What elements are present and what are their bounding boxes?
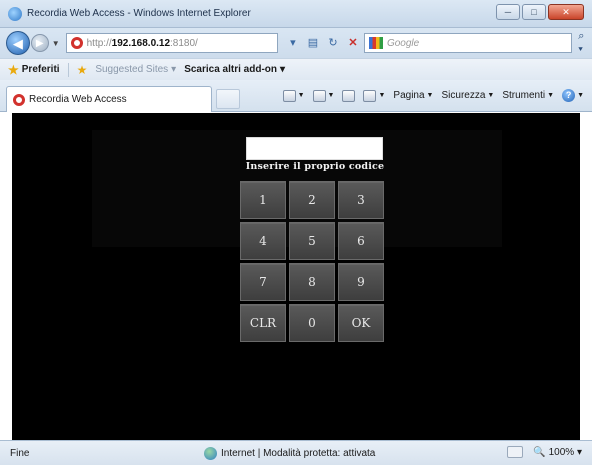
site-favicon-icon xyxy=(70,37,83,49)
mail-icon xyxy=(342,89,356,102)
addons-label: Scarica altri add-on xyxy=(184,64,277,75)
address-bar: ◀ ▶ ▼ http:// 192.168.0.12 :8180/ ▾ ▤ ↻ … xyxy=(0,28,592,58)
title-bar: Recordia Web Access - Windows Internet E… xyxy=(0,0,592,28)
favorites-star-icon: ★ xyxy=(8,62,19,77)
url-port: :8180/ xyxy=(170,37,198,49)
help-icon: ? xyxy=(562,89,576,102)
window-title: Recordia Web Access - Windows Internet E… xyxy=(27,8,251,19)
back-button[interactable]: ◀ xyxy=(6,31,30,55)
stop-icon[interactable]: ✕ xyxy=(346,36,360,50)
tab-label: Recordia Web Access xyxy=(29,94,127,105)
home-button[interactable]: ▼ xyxy=(282,89,305,102)
refresh-icon[interactable]: ↻ xyxy=(326,36,340,50)
key-7[interactable]: 7 xyxy=(240,263,286,301)
print-icon xyxy=(363,89,377,102)
mail-button[interactable] xyxy=(342,89,356,102)
key-2[interactable]: 2 xyxy=(289,181,335,219)
key-9[interactable]: 9 xyxy=(338,263,384,301)
key-8[interactable]: 8 xyxy=(289,263,335,301)
divider xyxy=(67,62,69,77)
zoom-control[interactable]: 🔍 100% ▾ xyxy=(533,447,582,458)
status-right: 🔍 100% ▾ xyxy=(507,446,582,458)
numeric-keypad: 1 2 3 4 5 6 7 8 9 CLR 0 OK xyxy=(240,181,384,342)
command-bar: ▼ ▼ ▼ Pagina ▼ Sicurezza ▼ Strumenti ▼ ? ▼ xyxy=(282,89,584,102)
security-menu-label: Sicurezza xyxy=(441,90,486,101)
tab-favicon-icon xyxy=(13,93,25,106)
search-icon[interactable]: ⌕ ▾ xyxy=(578,30,592,56)
key-4[interactable]: 4 xyxy=(240,222,286,260)
page-content: Inserire il proprio codice 1 2 3 4 5 6 7… xyxy=(12,113,580,440)
page-menu-label: Pagina xyxy=(393,90,425,101)
key-0[interactable]: 0 xyxy=(289,304,335,342)
maximize-button[interactable]: □ xyxy=(522,4,546,20)
compatibility-view-icon[interactable]: ▤ xyxy=(306,36,320,50)
security-menu[interactable]: Sicurezza ▼ xyxy=(441,90,494,101)
minimize-button[interactable]: ─ xyxy=(496,4,520,20)
add-favorite-icon[interactable]: ★ xyxy=(77,63,88,77)
favorites-label: Preferiti xyxy=(21,64,60,75)
security-zone-label: Internet | Modalità protetta: attivata xyxy=(221,447,376,459)
help-menu[interactable]: ? ▼ xyxy=(562,89,584,102)
code-display-field[interactable] xyxy=(246,137,383,160)
ok-button[interactable]: OK xyxy=(338,304,384,342)
search-input[interactable]: Google xyxy=(363,33,573,53)
url-host: 192.168.0.12 xyxy=(111,37,171,49)
favorites-bar: ★ Preferiti ★ Suggested Sites ▾ Scarica … xyxy=(0,58,592,80)
suggested-sites-link[interactable]: Suggested Sites ▾ xyxy=(95,64,176,75)
protected-mode-icon[interactable] xyxy=(507,446,524,458)
key-1[interactable]: 1 xyxy=(240,181,286,219)
feeds-button[interactable]: ▼ xyxy=(312,89,334,102)
url-dropdown-icon[interactable]: ▾ xyxy=(286,36,300,50)
tab-recordia[interactable]: Recordia Web Access xyxy=(6,86,212,112)
tab-bar: Recordia Web Access ▼ ▼ ▼ Pagina ▼ Sicure… xyxy=(0,80,592,112)
ie-logo-icon xyxy=(8,6,22,21)
addons-link[interactable]: Scarica altri add-on ▾ xyxy=(184,64,285,75)
status-text: Fine xyxy=(10,447,30,459)
tools-menu[interactable]: Strumenti ▼ xyxy=(502,90,554,101)
status-bar: Fine Internet | Modalità protetta: attiv… xyxy=(0,440,592,465)
internet-globe-icon xyxy=(204,446,217,460)
window-controls: ─ □ ✕ xyxy=(496,4,584,20)
search-placeholder: Google xyxy=(386,37,420,49)
favorites-button[interactable]: ★ Preferiti xyxy=(8,63,60,77)
url-tools: ▾ ▤ ↻ ✕ xyxy=(286,36,360,50)
forward-button[interactable]: ▶ xyxy=(30,34,49,52)
close-button[interactable]: ✕ xyxy=(548,4,584,20)
code-prompt: Inserire il proprio codice xyxy=(245,161,385,172)
suggested-sites-label: Suggested Sites xyxy=(95,64,169,75)
zoom-level: 100% xyxy=(548,446,575,458)
feeds-icon xyxy=(312,89,326,102)
new-tab-button[interactable] xyxy=(216,89,240,109)
home-icon xyxy=(282,89,296,102)
url-field[interactable]: http:// 192.168.0.12 :8180/ xyxy=(65,33,278,53)
security-zone[interactable]: Internet | Modalità protetta: attivata xyxy=(204,446,376,460)
clear-button[interactable]: CLR xyxy=(240,304,286,342)
recent-pages-dropdown-icon[interactable]: ▼ xyxy=(52,39,60,48)
google-search-icon xyxy=(368,37,383,49)
page-menu[interactable]: Pagina ▼ xyxy=(393,90,433,101)
tools-menu-label: Strumenti xyxy=(502,90,546,101)
key-3[interactable]: 3 xyxy=(338,181,384,219)
key-6[interactable]: 6 xyxy=(338,222,384,260)
key-5[interactable]: 5 xyxy=(289,222,335,260)
url-protocol: http:// xyxy=(86,37,112,49)
print-button[interactable]: ▼ xyxy=(363,89,385,102)
